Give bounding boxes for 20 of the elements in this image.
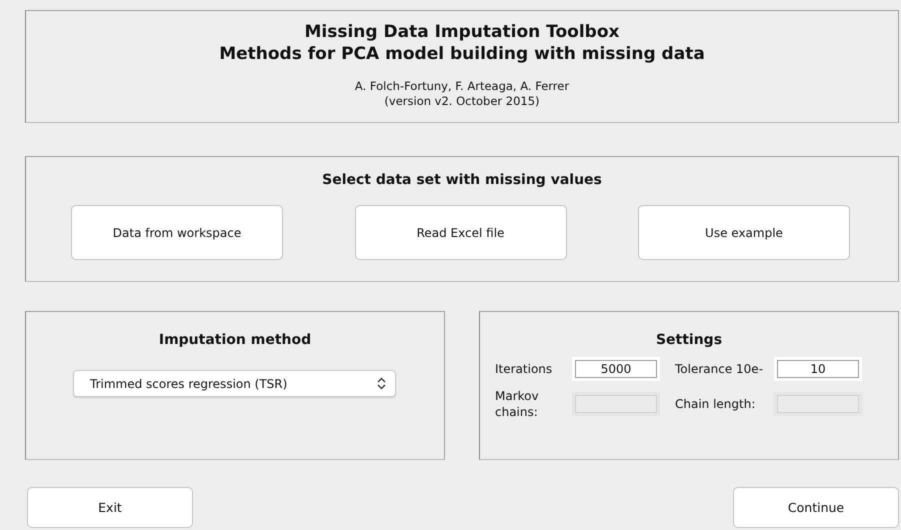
field-label: Iterations	[495, 361, 554, 377]
field-label: Markov chains:	[495, 388, 540, 420]
authors-text: A. Folch-Fortuny, F. Arteaga, A. Ferrer	[354, 79, 570, 94]
field-label: Tolerance 10e-	[674, 361, 764, 377]
data-source-button[interactable]: Data from workspace	[71, 205, 283, 260]
number-input[interactable]: 10	[777, 360, 859, 378]
method-dropdown[interactable]: Trimmed scores regression (TSR)	[73, 370, 396, 397]
toolbox-title: Methods for PCA model building with missing data	[218, 43, 706, 65]
action-button[interactable]: Exit	[27, 487, 193, 528]
toolbox-title: Missing Data Imputation Toolbox	[304, 21, 620, 43]
field-label: Chain length:	[674, 396, 756, 412]
panel-title: Select data set with missing values	[321, 172, 603, 188]
data-source-button[interactable]: Use example	[638, 205, 850, 260]
panel-title: Imputation method	[158, 332, 312, 348]
panel-title: Settings	[654, 332, 724, 348]
number-input[interactable]: 5000	[575, 360, 657, 378]
data-source-button[interactable]: Read Excel file	[354, 205, 566, 260]
action-button[interactable]: Continue	[733, 487, 899, 528]
updown-arrows-icon	[377, 377, 386, 390]
version-text: (version v2. October 2015)	[383, 94, 541, 109]
